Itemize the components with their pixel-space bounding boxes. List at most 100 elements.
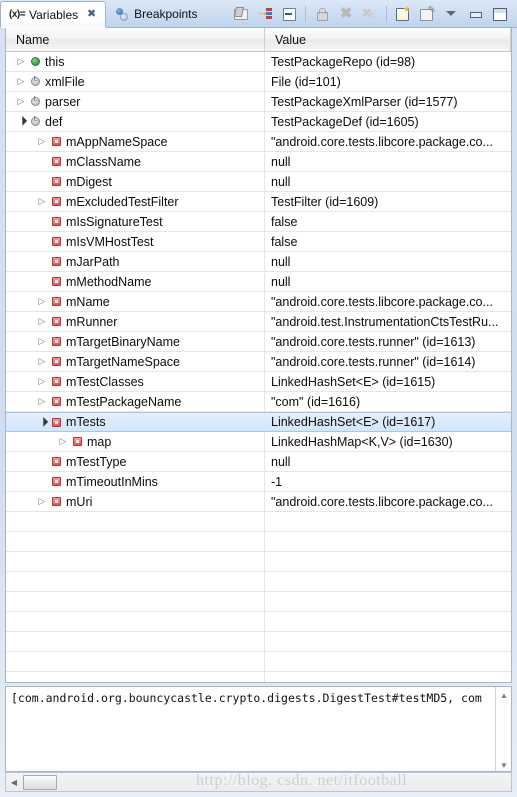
expand-twisty-icon[interactable] [35, 357, 49, 366]
expand-twisty-icon[interactable] [35, 137, 49, 146]
table-row[interactable]: mTargetBinaryName "android.core.tests.run… [6, 332, 511, 352]
scroll-down-icon[interactable]: ▼ [496, 757, 511, 771]
table-row[interactable]: mTestPackageName "com" (id=1616) [6, 392, 511, 412]
local-variable-icon [28, 115, 43, 126]
row-value-cell[interactable]: LinkedHashSet<E> (id=1615) [265, 372, 511, 391]
column-header-name[interactable]: Name [6, 28, 265, 51]
table-row[interactable]: mRunner "android.test.InstrumentationCtsT… [6, 312, 511, 332]
row-value-cell[interactable]: null [265, 172, 511, 191]
expand-twisty-icon[interactable] [14, 77, 28, 86]
row-value-cell[interactable]: TestPackageXmlParser (id=1577) [265, 92, 511, 111]
collapse-twisty-icon[interactable] [35, 418, 49, 427]
horizontal-scrollbar[interactable]: ◀ [5, 772, 512, 792]
remove-button[interactable]: ✖ [335, 4, 357, 24]
expand-twisty-icon[interactable] [35, 297, 49, 306]
scrollbar-thumb[interactable] [23, 774, 57, 790]
row-name-label: mTests [66, 415, 106, 429]
row-value-cell[interactable]: "android.core.tests.libcore.package.co..… [265, 492, 511, 511]
show-logical-structure-button[interactable] [230, 4, 252, 24]
row-value-cell[interactable]: null [265, 252, 511, 271]
table-row[interactable]: mIsVMHostTest false [6, 232, 511, 252]
row-value-cell[interactable]: File (id=101) [265, 72, 511, 91]
column-header-value[interactable]: Value [265, 28, 511, 51]
expand-twisty-icon[interactable] [14, 57, 28, 66]
tab-variables[interactable]: (x)= Variables ✖ [0, 1, 107, 28]
row-value-cell[interactable]: "android.core.tests.runner" (id=1614) [265, 352, 511, 371]
field-variable-icon [49, 457, 64, 466]
row-value-cell[interactable]: TestPackageDef (id=1605) [265, 112, 511, 131]
row-value-cell[interactable]: "android.core.tests.runner" (id=1613) [265, 332, 511, 351]
row-value-cell[interactable]: "android.core.tests.libcore.package.co..… [265, 132, 511, 151]
row-value-cell[interactable]: "com" (id=1616) [265, 392, 511, 411]
table-row[interactable]: mTimeoutInMins -1 [6, 472, 511, 492]
detail-pane[interactable]: [com.android.org.bouncycastle.crypto.dig… [5, 686, 512, 772]
table-row-empty[interactable] [6, 652, 511, 672]
scroll-left-icon[interactable]: ◀ [6, 778, 22, 787]
table-row[interactable]: map LinkedHashMap<K,V> (id=1630) [6, 432, 511, 452]
table-row[interactable]: def TestPackageDef (id=1605) [6, 112, 511, 132]
row-value-cell[interactable]: null [265, 152, 511, 171]
table-row-empty[interactable] [6, 632, 511, 652]
row-value-cell[interactable]: false [265, 212, 511, 231]
table-row-empty[interactable] [6, 552, 511, 572]
table-row[interactable]: mTestClasses LinkedHashSet<E> (id=1615) [6, 372, 511, 392]
collapse-all-button[interactable] [278, 4, 300, 24]
row-value-cell[interactable]: false [265, 232, 511, 251]
expand-twisty-icon[interactable] [14, 97, 28, 106]
row-value-cell[interactable]: TestFilter (id=1609) [265, 192, 511, 211]
table-row[interactable]: mDigest null [6, 172, 511, 192]
lock-button[interactable] [311, 4, 333, 24]
scroll-up-icon[interactable]: ▲ [496, 687, 511, 703]
row-value-cell[interactable]: null [265, 452, 511, 471]
collapse-twisty-icon[interactable] [14, 117, 28, 126]
tab-breakpoints[interactable]: Breakpoints [106, 0, 204, 27]
row-value-cell [265, 612, 511, 631]
table-row-empty[interactable] [6, 592, 511, 612]
row-value-cell[interactable]: LinkedHashSet<E> (id=1617) [265, 413, 511, 431]
minimize-button[interactable] [464, 4, 486, 24]
table-row[interactable]: mName "android.core.tests.libcore.package… [6, 292, 511, 312]
table-row[interactable]: mIsSignatureTest false [6, 212, 511, 232]
expand-twisty-icon[interactable] [35, 337, 49, 346]
row-value-cell[interactable]: -1 [265, 472, 511, 491]
maximize-button[interactable] [488, 4, 510, 24]
close-icon[interactable]: ✖ [85, 8, 98, 21]
this-variable-icon [28, 57, 43, 66]
expand-twisty-icon[interactable] [35, 317, 49, 326]
table-row-empty[interactable] [6, 672, 511, 682]
table-row[interactable]: mJarPath null [6, 252, 511, 272]
table-row[interactable]: mClassName null [6, 152, 511, 172]
row-value-cell[interactable]: null [265, 272, 511, 291]
table-row[interactable]: mExcludedTestFilter TestFilter (id=1609) [6, 192, 511, 212]
expand-twisty-icon[interactable] [35, 397, 49, 406]
row-value-cell[interactable]: "android.test.InstrumentationCtsTestRu..… [265, 312, 511, 331]
table-row-empty[interactable] [6, 572, 511, 592]
table-row[interactable]: xmlFile File (id=101) [6, 72, 511, 92]
row-value-cell[interactable]: TestPackageRepo (id=98) [265, 52, 511, 71]
table-row[interactable]: parser TestPackageXmlParser (id=1577) [6, 92, 511, 112]
table-row-empty[interactable] [6, 612, 511, 632]
expand-twisty-icon[interactable] [56, 437, 70, 446]
view-menu-icon [443, 6, 459, 22]
expand-twisty-icon[interactable] [35, 497, 49, 506]
expand-twisty-icon[interactable] [35, 197, 49, 206]
show-type-names-button[interactable] [254, 4, 276, 24]
expand-twisty-icon[interactable] [35, 377, 49, 386]
table-row[interactable]: mTestType null [6, 452, 511, 472]
table-row-empty[interactable] [6, 532, 511, 552]
view-menu-button[interactable] [440, 4, 462, 24]
table-row[interactable]: mTargetNameSpace "android.core.tests.runn… [6, 352, 511, 372]
edit-watch-expression-button[interactable] [416, 4, 438, 24]
row-value-cell[interactable]: LinkedHashMap<K,V> (id=1630) [265, 432, 511, 451]
table-row[interactable]: this TestPackageRepo (id=98) [6, 52, 511, 72]
table-row[interactable]: mAppNameSpace "android.core.tests.libcore… [6, 132, 511, 152]
table-row[interactable]: mUri "android.core.tests.libcore.package.… [6, 492, 511, 512]
table-row[interactable]: mTests LinkedHashSet<E> (id=1617) [6, 412, 511, 432]
table-row[interactable]: mMethodName null [6, 272, 511, 292]
row-name-label: mName [66, 294, 110, 309]
detail-pane-scrollbar[interactable]: ▲ ▼ [495, 687, 511, 771]
new-watch-expression-button[interactable] [392, 4, 414, 24]
remove-all-button[interactable] [359, 4, 381, 24]
table-row-empty[interactable] [6, 512, 511, 532]
row-value-cell[interactable]: "android.core.tests.libcore.package.co..… [265, 292, 511, 311]
